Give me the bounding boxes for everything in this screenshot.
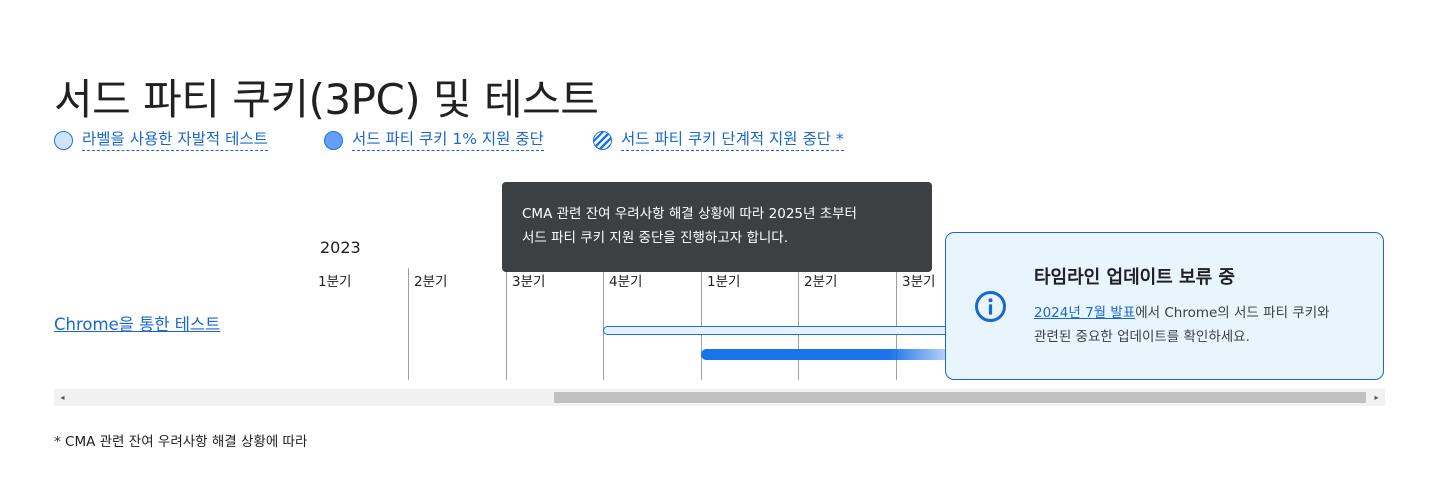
info-icon [975, 291, 1006, 322]
scrollbar-thumb[interactable] [554, 392, 1366, 403]
quarter-gridline [506, 268, 507, 380]
quarter-label: 4분기 [609, 274, 643, 290]
tooltip-line: CMA 관련 잔여 우려사항 해결 상황에 따라 2025년 초부터 [522, 206, 857, 222]
legend-label: 라벨을 사용한 자발적 테스트 [82, 130, 268, 151]
legend-item-1pct-deprecation[interactable]: 서드 파티 쿠키 1% 지원 중단 [324, 130, 544, 151]
scroll-left-arrow-icon[interactable]: ◂ [54, 389, 71, 406]
quarter-label: 1분기 [707, 274, 741, 290]
quarter-label: 3분기 [902, 274, 936, 290]
announcement-link[interactable]: 2024년 7월 발표 [1034, 305, 1135, 321]
quarter-gridline [896, 268, 897, 380]
horizontal-scrollbar[interactable]: ◂ ▸ [54, 389, 1385, 406]
notice-body-text: 에서 Chrome의 서드 파티 쿠키와 [1135, 305, 1330, 321]
timeline-update-notice: 타임라인 업데이트 보류 중 2024년 7월 발표에서 Chrome의 서드 … [945, 232, 1384, 380]
quarter-label: 2분기 [414, 274, 448, 290]
scroll-right-arrow-icon[interactable]: ▸ [1368, 389, 1385, 406]
quarter-label: 2분기 [804, 274, 838, 290]
tooltip-line: 서드 파티 쿠키 지원 중단을 진행하고자 합니다. [522, 230, 789, 246]
quarter-label: 1분기 [318, 274, 352, 290]
quarter-label: 3분기 [512, 274, 546, 290]
quarter-gridline [603, 268, 604, 380]
legend-item-phased-deprecation[interactable]: 서드 파티 쿠키 단계적 지원 중단 * [593, 130, 844, 151]
legend-item-voluntary-testing[interactable]: 라벨을 사용한 자발적 테스트 [54, 130, 268, 151]
notice-body: 2024년 7월 발표에서 Chrome의 서드 파티 쿠키와 관련된 중요한 … [1034, 301, 1369, 349]
legend-swatch-hatched [593, 131, 612, 150]
legend-label: 서드 파티 쿠키 1% 지원 중단 [352, 130, 544, 151]
legend-swatch-light [54, 131, 73, 150]
year-label: 2023 [320, 238, 361, 257]
notice-title: 타임라인 업데이트 보류 중 [1034, 267, 1235, 288]
tooltip: CMA 관련 잔여 우려사항 해결 상황에 따라 2025년 초부터 서드 파티… [502, 182, 932, 272]
page-title: 서드 파티 쿠키(3PC) 및 테스트 [54, 75, 599, 125]
timeline-bar-1pct-deprecation[interactable] [701, 349, 961, 360]
quarter-gridline [408, 268, 409, 380]
legend-label: 서드 파티 쿠키 단계적 지원 중단 * [621, 130, 844, 151]
row-label-chrome-testing[interactable]: Chrome을 통한 테스트 [54, 311, 220, 335]
footnote: * CMA 관련 잔여 우려사항 해결 상황에 따라 [54, 434, 308, 450]
notice-body-text: 관련된 중요한 업데이트를 확인하세요. [1034, 329, 1250, 345]
legend-swatch-solid [324, 131, 343, 150]
timeline-bar-voluntary-testing[interactable] [603, 326, 963, 335]
quarter-gridline [701, 268, 702, 380]
quarter-gridline [798, 268, 799, 380]
